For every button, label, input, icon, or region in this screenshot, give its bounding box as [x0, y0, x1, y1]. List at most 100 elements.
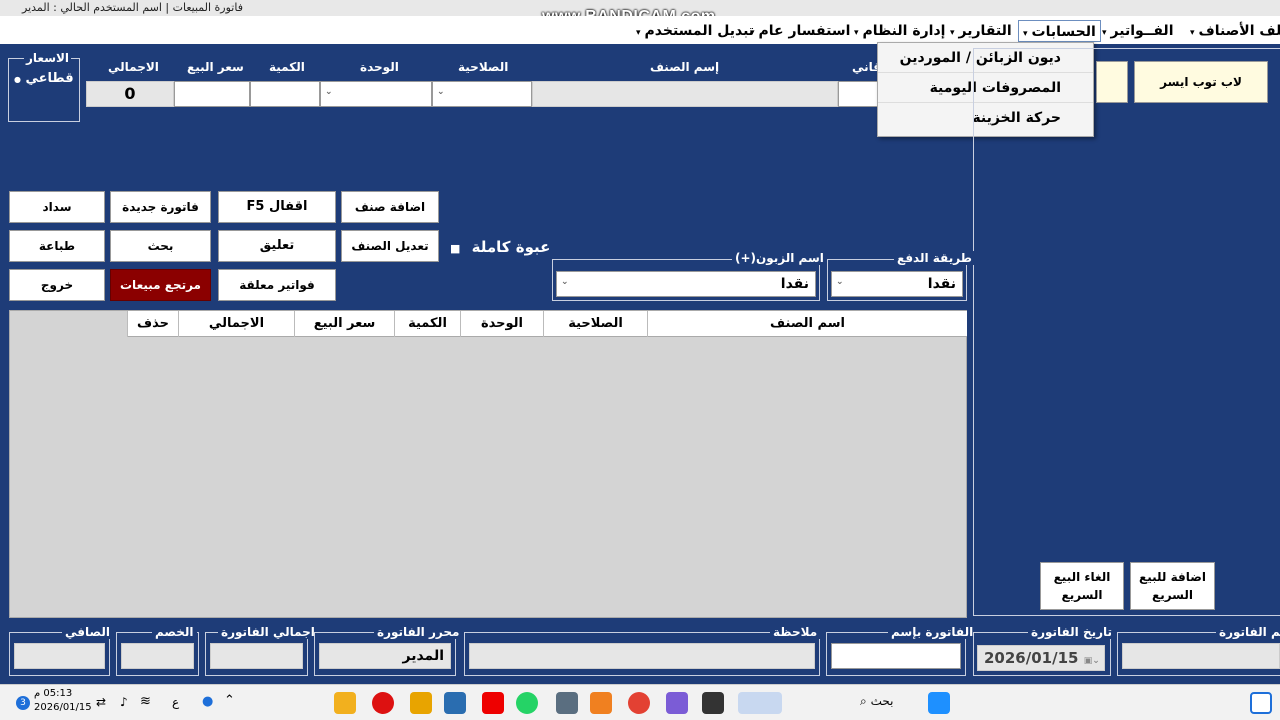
sales-return-button[interactable]: مرتجع مبيعات — [110, 269, 211, 301]
invoice-total-field — [210, 643, 303, 669]
chrome-icon[interactable] — [628, 692, 650, 714]
grid-col-item-name[interactable]: اسم الصنف — [647, 311, 967, 337]
volume-icon[interactable]: ♪ — [120, 695, 128, 709]
invoice-number-field — [1122, 643, 1280, 669]
wifi-icon[interactable]: ≋ — [140, 694, 151, 709]
record-icon[interactable] — [372, 692, 394, 714]
menu-system-admin[interactable]: إدارة النظام▾ — [850, 20, 949, 42]
invoice-name-input[interactable] — [831, 643, 961, 669]
note-label: ملاحظة — [770, 625, 821, 639]
terminal-icon[interactable] — [702, 692, 724, 714]
entry-unit-select[interactable]: ⌄ — [320, 81, 432, 107]
radio-selected-icon: ● — [14, 75, 21, 84]
grid-col-total[interactable]: الاجمالي — [178, 311, 294, 337]
menu-items-file[interactable]: ملف الأصناف▾ — [1186, 20, 1280, 42]
close-invoice-button[interactable]: اقفال F5 — [218, 191, 336, 223]
menu-accounts[interactable]: الحسابات▾ — [1018, 20, 1101, 42]
whatsapp-icon[interactable] — [516, 692, 538, 714]
search-button[interactable]: بحث — [110, 230, 211, 262]
quick-sale-panel — [973, 48, 1280, 616]
prices-panel — [8, 58, 80, 122]
new-invoice-button[interactable]: فاتورة جديدة — [110, 191, 211, 223]
prices-title: الاسعار — [24, 51, 72, 65]
invoice-editor-field: المدير — [319, 643, 451, 669]
edit-item-button[interactable]: تعديل الصنف — [341, 230, 439, 262]
grid-col-validity[interactable]: الصلاحية — [543, 311, 647, 337]
notification-badge[interactable]: 3 — [16, 696, 30, 710]
net-label: الصافي — [62, 625, 113, 639]
add-item-button[interactable]: اضافة صنف — [341, 191, 439, 223]
cancel-quick-sale-button[interactable]: الغاء البيع السريع — [1040, 562, 1124, 610]
pay-button[interactable]: سداد — [9, 191, 105, 223]
discount-input[interactable] — [121, 643, 194, 669]
calculator-icon[interactable] — [556, 692, 578, 714]
window-title: فاتورة المبيعات | اسم المستخدم الحالي : … — [22, 1, 243, 14]
customer-select[interactable]: ⌄ نقدا — [556, 271, 816, 297]
add-quick-sale-button[interactable]: اضافة للبيع السريع — [1130, 562, 1215, 610]
chevron-down-icon: ⌄ — [437, 87, 445, 97]
chevron-down-icon: ⌄ — [561, 277, 569, 287]
quick-item-laptop-button[interactable]: لاب توب ايسر — [1134, 61, 1268, 103]
exit-button[interactable]: خروج — [9, 269, 105, 301]
prices-option-retail[interactable]: قطاعي ● — [14, 71, 74, 86]
caret-down-icon: ▾ — [950, 28, 955, 38]
menu-general-inquiry[interactable]: استفسار عام▾ — [746, 20, 854, 42]
menu-reports[interactable]: التقارير▾ — [946, 20, 1016, 42]
customer-label: اسم الزبون(+) — [732, 251, 827, 265]
chevron-up-icon[interactable]: ⌃ — [224, 693, 235, 708]
grid-col-sale-price[interactable]: سعر البيع — [294, 311, 394, 337]
entry-quantity-label: الكمية — [269, 60, 305, 74]
suspended-invoices-button[interactable]: فواتير معلقة — [218, 269, 336, 301]
menu-invoices[interactable]: الفــواتير▾ — [1098, 20, 1178, 42]
grid-col-delete[interactable]: حذف — [127, 311, 178, 337]
task-view-icon[interactable] — [1250, 692, 1272, 714]
menu-switch-user[interactable]: تبديل المستخدم▾ — [632, 20, 758, 42]
discount-label: الخصم — [152, 625, 197, 639]
calendar-icon: ▣⌄ — [1083, 656, 1100, 666]
cloud-sync-icon[interactable]: ⇄ — [96, 695, 106, 709]
chat-app-icon[interactable] — [666, 692, 688, 714]
invoice-editor-label: محرر الفاتورة — [374, 625, 463, 639]
entry-item-name-field[interactable] — [532, 81, 838, 107]
clock-time: 05:13 م — [34, 688, 73, 699]
invoice-number-label: رقم الفاتورة — [1216, 625, 1280, 639]
system-clock[interactable]: 05:13 م 2026/01/15 — [34, 687, 92, 715]
grid-col-quantity[interactable]: الكمية — [394, 311, 460, 337]
grid-col-unit[interactable]: الوحدة — [460, 311, 543, 337]
chevron-down-icon: ⌄ — [836, 277, 844, 287]
caret-down-icon: ▾ — [1023, 29, 1028, 39]
print-button[interactable]: طباعة — [9, 230, 105, 262]
youtube-icon[interactable] — [482, 692, 504, 714]
quick-item-button-partial[interactable] — [1096, 61, 1128, 103]
caret-down-icon: ▾ — [854, 28, 859, 38]
full-pack-checkbox[interactable]: عبوة كاملة ■ — [450, 238, 550, 256]
windows-taskbar: 3 05:13 م 2026/01/15 ⇄ ♪ ≋ ع ● ⌃ بحث ⌕ — [0, 684, 1280, 720]
payment-method-select[interactable]: ⌄ نقدا — [831, 271, 963, 297]
entry-sale-price-input[interactable] — [174, 81, 250, 107]
file-explorer-icon[interactable] — [334, 692, 356, 714]
app-window-icon[interactable] — [444, 692, 466, 714]
entry-barcode-input[interactable] — [838, 81, 878, 107]
net-field — [14, 643, 105, 669]
entry-item-name-label: إسم الصنف — [650, 60, 720, 74]
taskbar-search[interactable]: بحث ⌕ — [860, 694, 893, 709]
media-player-icon[interactable] — [590, 692, 612, 714]
game-icon[interactable] — [738, 692, 782, 714]
bandicam-icon[interactable] — [410, 692, 432, 714]
microphone-icon[interactable]: ● — [202, 694, 213, 709]
payment-method-label: طريقة الدفع — [894, 251, 975, 265]
search-icon: ⌕ — [860, 694, 867, 708]
entry-total-label: الاجمالي — [108, 60, 159, 74]
note-input[interactable] — [469, 643, 815, 669]
entry-quantity-input[interactable] — [250, 81, 320, 107]
invoice-date-picker[interactable]: 2026/01/15 ▣⌄ — [977, 645, 1105, 671]
invoice-items-grid[interactable]: اسم الصنف الصلاحية الوحدة الكمية سعر الب… — [9, 310, 967, 618]
windows-start-icon[interactable] — [928, 692, 950, 714]
entry-unit-label: الوحدة — [360, 60, 399, 74]
caret-down-icon: ▾ — [636, 28, 641, 38]
entry-validity-select[interactable]: ⌄ — [432, 81, 532, 107]
entry-total-field: 0 — [86, 81, 174, 107]
invoice-total-label: اجمالي الفاتورة — [218, 625, 318, 639]
suspend-button[interactable]: تعليق — [218, 230, 336, 262]
keyboard-language[interactable]: ع — [172, 695, 179, 709]
